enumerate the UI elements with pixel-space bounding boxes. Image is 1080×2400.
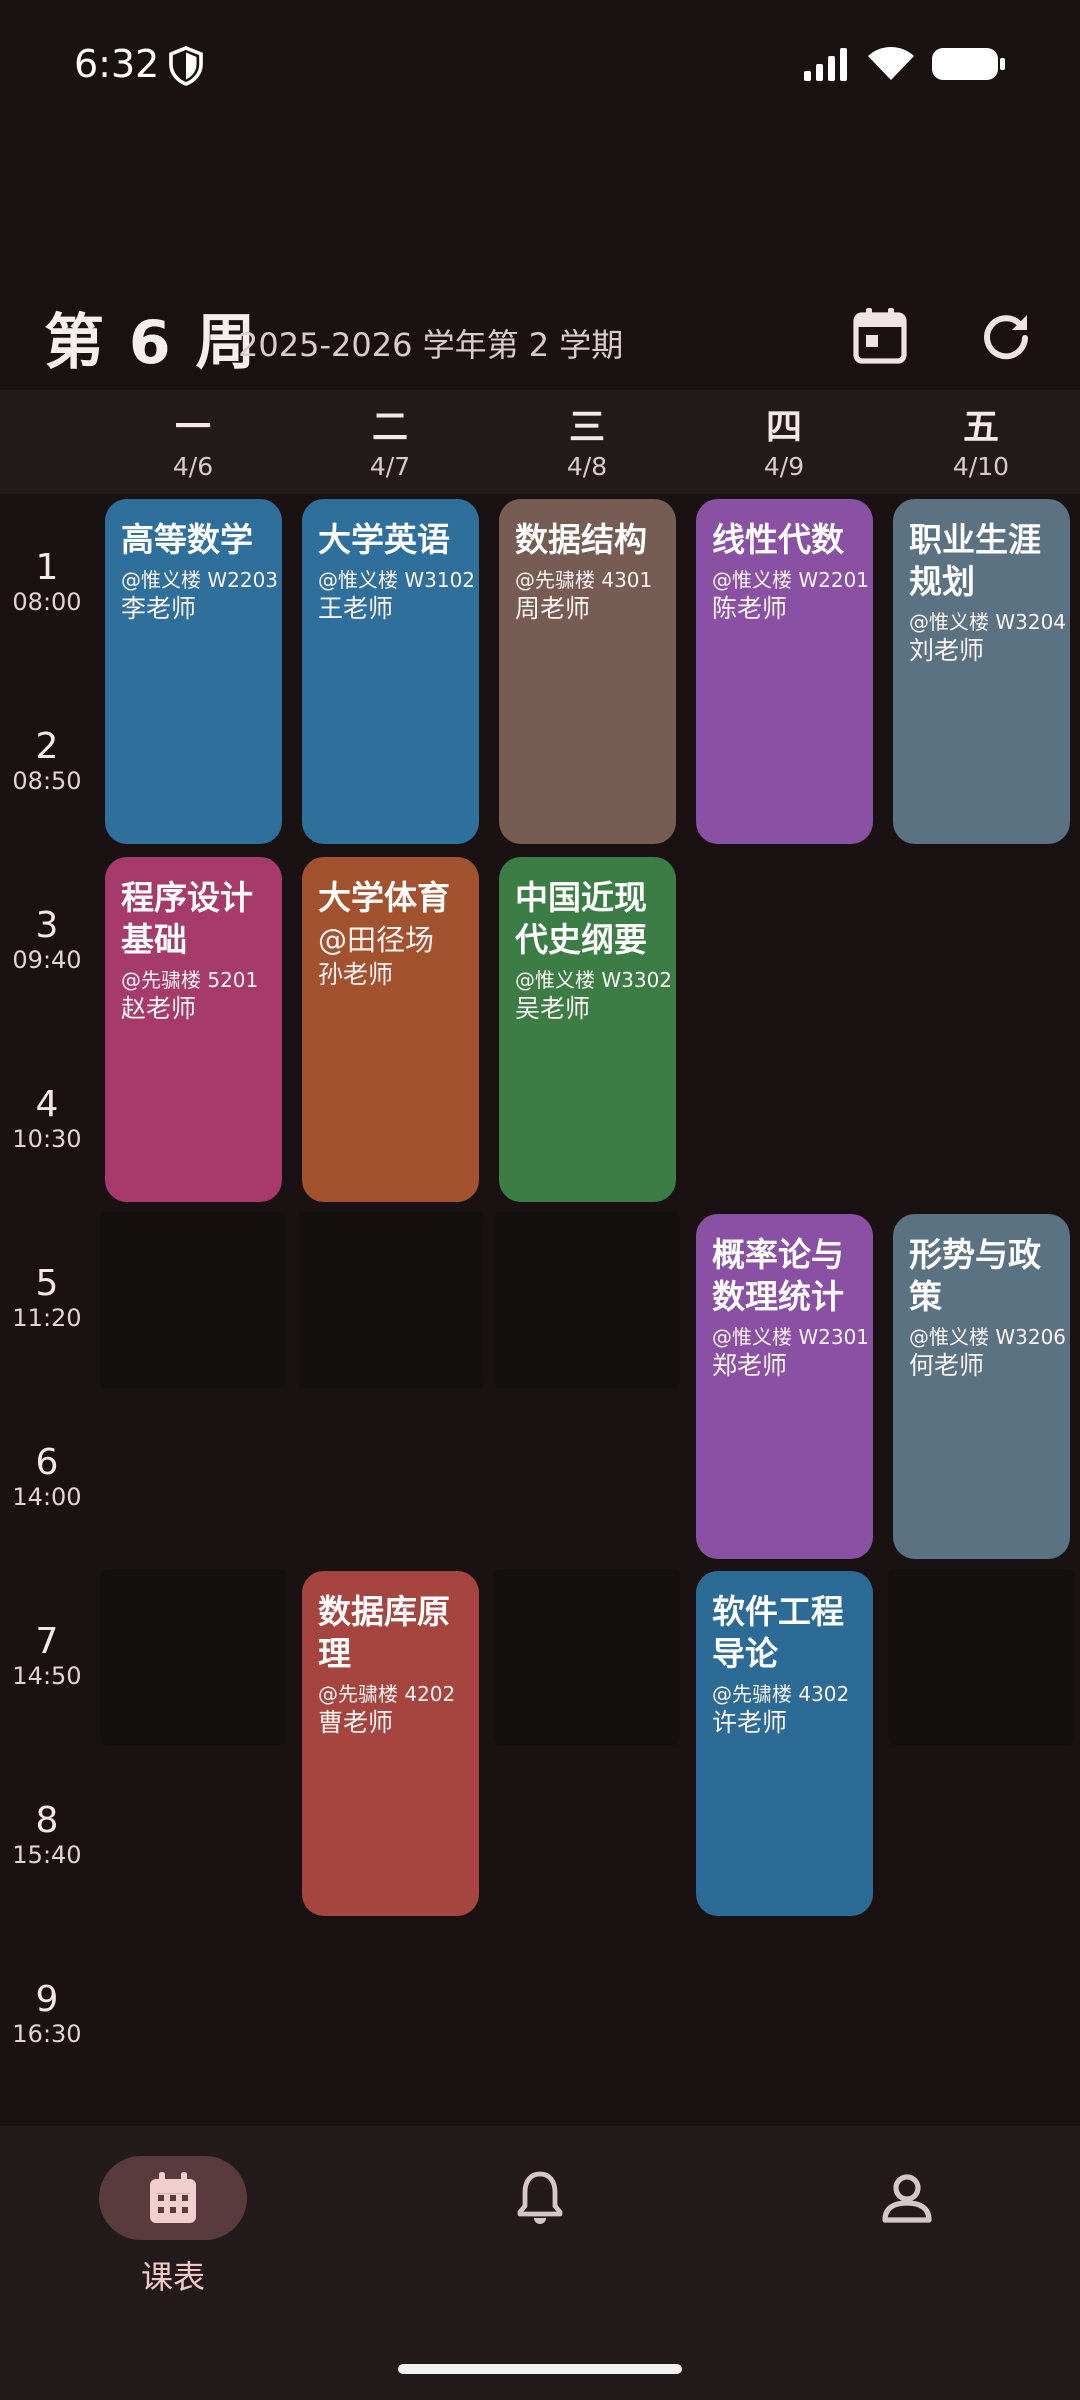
course-card[interactable]: 数据库原理 @先骕楼 4202 曹老师 bbox=[302, 1571, 479, 1916]
refresh-icon bbox=[984, 315, 1028, 360]
day-header-row: 一 4/6 二 4/7 三 4/8 四 4/9 五 4/10 bbox=[0, 390, 1080, 494]
empty-cell[interactable] bbox=[100, 1569, 286, 1745]
person-icon bbox=[882, 2174, 932, 2223]
empty-cell[interactable] bbox=[100, 1212, 286, 1388]
calendar-button[interactable] bbox=[838, 294, 922, 378]
day-header-tue: 二 4/7 bbox=[369, 407, 411, 482]
course-card[interactable]: 大学体育 @田径场 孙老师 bbox=[302, 857, 479, 1202]
nav-schedule-label[interactable]: 课表 bbox=[99, 2252, 247, 2298]
time-slot: 8 15:40 bbox=[12, 1800, 82, 1870]
course-card[interactable]: 中国近现代史纲要 @惟义楼 W3302 吴老师 bbox=[499, 857, 676, 1202]
day-header-fri: 五 4/10 bbox=[952, 407, 1010, 482]
course-card[interactable]: 线性代数 @惟义楼 W2201 陈老师 bbox=[696, 499, 873, 844]
course-card[interactable]: 职业生涯规划 @惟义楼 W3204 刘老师 bbox=[893, 499, 1070, 844]
nav-profile[interactable] bbox=[787, 2156, 1027, 2316]
time-slot: 6 14:00 bbox=[12, 1442, 82, 1512]
status-time: 6:32 bbox=[74, 42, 160, 86]
nav-notifications[interactable] bbox=[420, 2156, 660, 2316]
time-slot: 4 10:30 bbox=[12, 1084, 82, 1154]
course-card[interactable]: 形势与政策 @惟义楼 W3206 何老师 bbox=[893, 1214, 1070, 1559]
calendar-icon bbox=[853, 308, 907, 364]
empty-cell[interactable] bbox=[888, 1569, 1074, 1745]
course-card[interactable]: 数据结构 @先骕楼 4301 周老师 bbox=[499, 499, 676, 844]
calendar-icon bbox=[150, 2172, 196, 2223]
refresh-button[interactable] bbox=[964, 294, 1048, 378]
shield-icon bbox=[169, 46, 203, 86]
week-header: 第 6 周 2025-2026 学年第 2 学期 bbox=[0, 280, 1080, 390]
course-card[interactable]: 程序设计基础 @先骕楼 5201 赵老师 bbox=[105, 857, 282, 1202]
course-card[interactable]: 高等数学 @惟义楼 W2203 李老师 bbox=[105, 499, 282, 844]
time-slot: 5 11:20 bbox=[12, 1263, 82, 1333]
status-bar: 6:32 bbox=[0, 0, 1080, 130]
term-label: 2025-2026 学年第 2 学期 bbox=[238, 326, 624, 364]
empty-cell[interactable] bbox=[494, 1212, 680, 1388]
empty-cell[interactable] bbox=[494, 1569, 680, 1745]
home-indicator[interactable] bbox=[398, 2364, 682, 2374]
week-title: 第 6 周 bbox=[44, 308, 258, 378]
battery-icon bbox=[932, 48, 1005, 80]
signal-icon bbox=[804, 48, 847, 81]
day-header-mon: 一 4/6 bbox=[172, 407, 214, 482]
day-header-wed: 三 4/8 bbox=[566, 407, 608, 482]
time-slot: 9 16:30 bbox=[12, 1979, 82, 2049]
course-card[interactable]: 软件工程导论 @先骕楼 4302 许老师 bbox=[696, 1571, 873, 1916]
time-slot: 1 08:00 bbox=[12, 547, 82, 617]
day-header-thu: 四 4/9 bbox=[763, 407, 805, 482]
bell-icon bbox=[517, 2171, 563, 2224]
course-card[interactable]: 大学英语 @惟义楼 W3102 王老师 bbox=[302, 499, 479, 844]
course-card[interactable]: 概率论与数理统计 @惟义楼 W2301 郑老师 bbox=[696, 1214, 873, 1559]
time-slot: 3 09:40 bbox=[12, 905, 82, 975]
time-slot: 7 14:50 bbox=[12, 1621, 82, 1691]
nav-schedule[interactable] bbox=[99, 2156, 247, 2240]
wifi-icon bbox=[868, 47, 914, 80]
timetable-grid: 1 08:00 2 08:50 3 09:40 4 10:30 5 11:20 6 14:0… bbox=[0, 496, 1080, 2126]
empty-cell[interactable] bbox=[297, 1212, 483, 1388]
time-slot: 2 08:50 bbox=[12, 726, 82, 796]
